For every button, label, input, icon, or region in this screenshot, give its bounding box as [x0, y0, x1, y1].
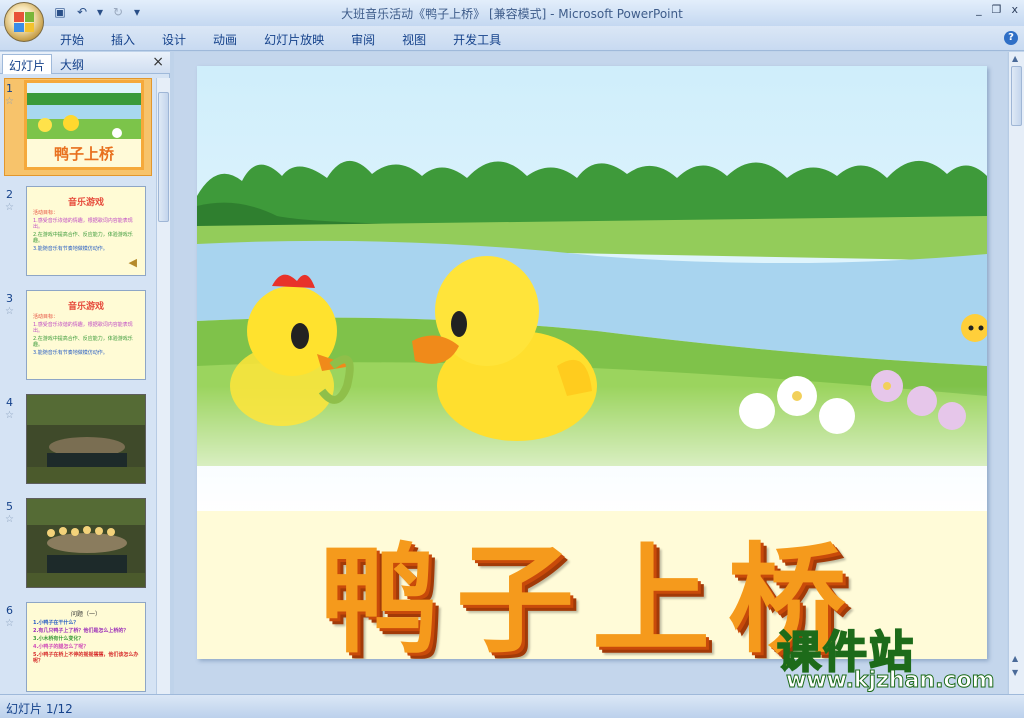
- thumbnail-line: 5.小鸭子在桥上不停的摇摇摆摆，他们该怎么办呢？: [33, 652, 139, 664]
- slide-number: 5: [6, 500, 13, 513]
- tab-slide-show[interactable]: 幻灯片放映: [264, 31, 324, 48]
- sound-icon: ◀: [128, 256, 137, 269]
- thumbnail-list: 1 ☆ 鸭子上桥 2 ☆ 音乐游戏 活动目标： 1.感受音乐诙谐的情趣，根据歌词…: [0, 78, 156, 694]
- thumbnail-line: 2.在游戏中提高合作、反应能力，体验游戏乐趣。: [33, 232, 133, 244]
- thumbnail-line: 活动目标：: [33, 210, 59, 216]
- previous-slide-icon[interactable]: ▲: [1012, 654, 1018, 663]
- status-bar: 幻灯片 1/12: [0, 694, 1024, 718]
- tab-home[interactable]: 开始: [60, 31, 84, 48]
- tab-developer[interactable]: 开发工具: [453, 31, 501, 48]
- tab-view[interactable]: 视图: [402, 31, 426, 48]
- close-button[interactable]: x: [1011, 3, 1018, 16]
- transition-star-icon: ☆: [5, 202, 14, 213]
- minimize-button[interactable]: _: [976, 3, 982, 16]
- slide-thumbnail[interactable]: [26, 498, 146, 588]
- thumbnail-photo: [27, 499, 145, 587]
- slides-pane: 幻灯片 大纲 × 1 ☆ 鸭子上桥 2 ☆ 音乐游戏 活动目标： 1.感受音乐诙…: [0, 52, 170, 694]
- thumbnail-line: 3.能随音乐有节奏地做模仿动作。: [33, 246, 108, 252]
- tab-slides[interactable]: 幻灯片: [2, 54, 53, 74]
- transition-star-icon: ☆: [5, 410, 14, 421]
- tab-design[interactable]: 设计: [162, 31, 186, 48]
- slide-counter: 幻灯片 1/12: [6, 702, 73, 716]
- scrollbar-thumb[interactable]: [1011, 66, 1022, 126]
- thumbnail-scrollbar[interactable]: [156, 78, 170, 694]
- thumbnail-line: 3.能随音乐有节奏地做模仿动作。: [33, 350, 108, 356]
- thumbnail-line: 活动目标：: [33, 314, 59, 320]
- thumbnail-line: 2.在游戏中提高合作、反应能力，体验游戏乐趣。: [33, 336, 133, 348]
- scroll-up-icon[interactable]: ▲: [1012, 54, 1018, 63]
- thumbnail-line: 1.感受音乐诙谐的情趣，根据歌词内容能表现出。: [33, 218, 133, 230]
- tab-insert[interactable]: 插入: [111, 31, 135, 48]
- scrollbar-thumb[interactable]: [158, 92, 169, 222]
- transition-star-icon: ☆: [5, 514, 14, 525]
- thumbnail-title: 音乐游戏: [67, 198, 104, 208]
- thumbnail-line: 1.感受音乐诙谐的情趣，根据歌词内容能表现出。: [33, 322, 133, 334]
- thumbnail-photo: [27, 395, 145, 483]
- ribbon-tabs: 开始 插入 设计 动画 幻灯片放映 审阅 视图 开发工具: [60, 31, 528, 48]
- slide-number: 2: [6, 188, 13, 201]
- tab-review[interactable]: 审阅: [351, 31, 375, 48]
- next-slide-icon[interactable]: ▼: [1012, 668, 1018, 677]
- close-pane-icon[interactable]: ×: [152, 54, 164, 70]
- current-slide[interactable]: 鸭子上桥: [197, 66, 987, 659]
- transition-star-icon: ☆: [5, 306, 14, 317]
- tab-animations[interactable]: 动画: [213, 31, 237, 48]
- thumbnail-title: 问题（一）: [70, 611, 101, 618]
- thumbnail-line: 4.小鸭子的腿怎么了呢？: [33, 644, 89, 650]
- help-icon[interactable]: ?: [1004, 31, 1018, 45]
- pane-tabs: 幻灯片 大纲 ×: [0, 52, 170, 74]
- window-title: 大班音乐活动《鸭子上桥》 [兼容模式] - Microsoft PowerPoi…: [341, 7, 683, 21]
- window-controls: _ ❐ x: [976, 3, 1018, 16]
- ribbon: 开始 插入 设计 动画 幻灯片放映 审阅 视图 开发工具 ?: [0, 26, 1024, 51]
- restore-button[interactable]: ❐: [992, 3, 1002, 16]
- office-button[interactable]: [4, 2, 44, 42]
- transition-star-icon: ☆: [5, 96, 14, 107]
- watermark-url: www.kjzhan.com: [786, 668, 996, 694]
- slide-number: 1: [6, 82, 13, 95]
- slide-number: 4: [6, 396, 13, 409]
- thumbnail-line: 3.小木桥有什么变化？: [33, 636, 84, 642]
- tab-outline[interactable]: 大纲: [54, 54, 90, 74]
- title-bar: ▣ ↶ ▾ ↻ ▾ 大班音乐活动《鸭子上桥》 [兼容模式] - Microsof…: [0, 0, 1024, 42]
- thumbnail-line: 1.小鸭子在干什么？: [33, 620, 79, 626]
- slide-canvas: 鸭子上桥: [174, 52, 1007, 694]
- thumbnail-title: 音乐游戏: [67, 302, 104, 312]
- thumbnail-title: 鸭子上桥: [53, 145, 114, 163]
- slide-thumbnail[interactable]: 音乐游戏 活动目标： 1.感受音乐诙谐的情趣，根据歌词内容能表现出。 2.在游戏…: [26, 186, 146, 276]
- slide-number: 3: [6, 292, 13, 305]
- office-logo-icon: [14, 12, 34, 32]
- transition-star-icon: ☆: [5, 618, 14, 629]
- slide-thumbnail[interactable]: 音乐游戏 活动目标： 1.感受音乐诙谐的情趣，根据歌词内容能表现出。 2.在游戏…: [26, 290, 146, 380]
- thumbnail-line: 2.有几只鸭子上了桥？他们是怎么上桥的？: [33, 628, 129, 634]
- slide-scrollbar[interactable]: ▲ ▲ ▼: [1008, 52, 1024, 694]
- slide-thumbnail[interactable]: 问题（一） 1.小鸭子在干什么？ 2.有几只鸭子上了桥？他们是怎么上桥的？ 3.…: [26, 602, 146, 692]
- slide-number: 6: [6, 604, 13, 617]
- slide-thumbnail[interactable]: 鸭子上桥: [24, 80, 144, 170]
- slide-thumbnail[interactable]: [26, 394, 146, 484]
